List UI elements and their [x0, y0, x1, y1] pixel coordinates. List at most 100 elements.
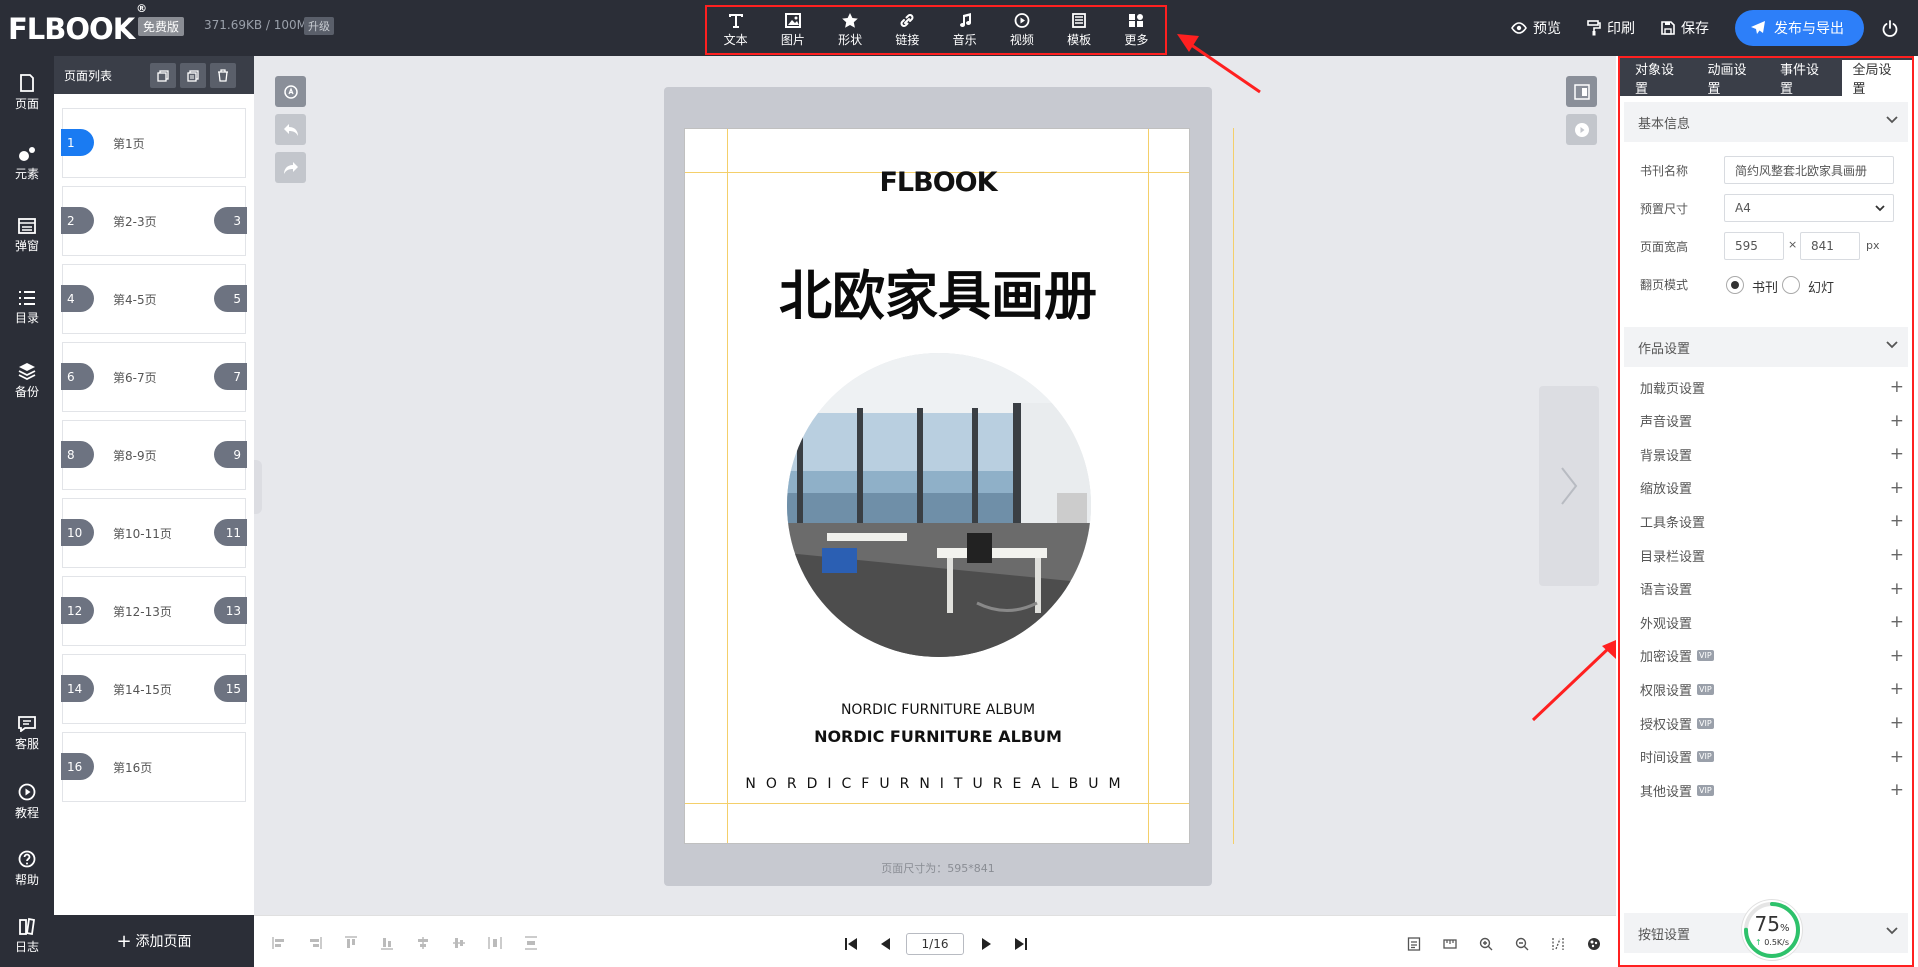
page-number-input[interactable]: 1/16: [906, 933, 964, 955]
align-right-icon[interactable]: [308, 936, 322, 950]
page-thumbnail[interactable]: 10 11 第10-11页: [61, 498, 247, 568]
page-subtitle-1[interactable]: NORDIC FURNITURE ALBUM: [685, 702, 1189, 718]
rail-toc[interactable]: 目录: [0, 290, 54, 326]
rail-log[interactable]: 日志: [0, 917, 54, 955]
app-logo[interactable]: FLBOOK®: [8, 2, 147, 46]
interior-photo[interactable]: [787, 353, 1091, 657]
add-page-button[interactable]: + 添加页面: [54, 915, 254, 967]
page-thumbnail[interactable]: 4 5 第4-5页: [61, 264, 247, 334]
canvas-page[interactable]: FLBOOK 北欧家具画册 NORDIC FURNITURE ALBUM NOR…: [684, 128, 1190, 844]
tool-music[interactable]: 音乐: [939, 12, 991, 48]
publish-export-button[interactable]: 发布与导出: [1735, 10, 1864, 46]
page-thumbnail-button[interactable]: [1566, 76, 1597, 107]
page-thumbnail[interactable]: 12 13 第12-13页: [61, 576, 247, 646]
settings-row[interactable]: 其他设置 VIP +: [1640, 780, 1908, 800]
rail-backup[interactable]: 备份: [0, 362, 54, 400]
tool-text[interactable]: 文本: [710, 13, 762, 48]
guides-icon[interactable]: [1551, 937, 1565, 951]
paint-roller-icon: [1587, 20, 1601, 36]
print-button[interactable]: 印刷: [1587, 18, 1635, 38]
align-top-icon[interactable]: [344, 936, 358, 950]
page-subtitle-3[interactable]: NORDICFURNITUREALBUM: [685, 776, 1189, 792]
collapse-left-panel-handle[interactable]: [254, 460, 262, 514]
rail-support[interactable]: 客服: [0, 716, 54, 752]
first-page-icon[interactable]: [844, 937, 858, 951]
duplicate-page-button[interactable]: [180, 63, 206, 88]
redo-button[interactable]: [275, 152, 306, 183]
tool-link[interactable]: 链接: [881, 13, 933, 48]
page-thumbnail[interactable]: 14 15 第14-15页: [61, 654, 247, 724]
work-settings-header[interactable]: 作品设置: [1624, 327, 1908, 367]
settings-row[interactable]: 目录栏设置 +: [1640, 545, 1908, 565]
save-button[interactable]: 保存: [1661, 18, 1709, 38]
rail-elements[interactable]: 元素: [0, 146, 54, 182]
settings-row[interactable]: 加密设置 VIP +: [1640, 646, 1908, 666]
align-center-v-icon[interactable]: [452, 936, 466, 950]
settings-row[interactable]: 语言设置 +: [1640, 579, 1908, 599]
ruler-icon[interactable]: [1443, 937, 1457, 951]
undo-button[interactable]: [275, 114, 306, 145]
tab-global-settings[interactable]: 全局设置: [1841, 60, 1914, 97]
upgrade-button[interactable]: 升级: [304, 17, 334, 35]
settings-row[interactable]: 授权设置 VIP +: [1640, 713, 1908, 733]
distribute-h-icon[interactable]: [488, 936, 502, 950]
page-thumbnail[interactable]: 6 7 第6-7页: [61, 342, 247, 412]
tab-animation-settings[interactable]: 动画设置: [1697, 60, 1770, 97]
zoom-fit-button[interactable]: [275, 76, 306, 107]
tool-more[interactable]: 更多: [1110, 13, 1162, 48]
settings-row[interactable]: 时间设置 VIP +: [1640, 747, 1908, 767]
settings-row[interactable]: 外观设置 +: [1640, 612, 1908, 632]
page-thumbnail[interactable]: 16 第16页: [61, 732, 246, 802]
vertical-guide-line[interactable]: [1233, 128, 1234, 844]
rail-tutorial[interactable]: 教程: [0, 783, 54, 821]
page-settings-icon[interactable]: [1407, 937, 1421, 951]
page-thumbnail[interactable]: 8 9 第8-9页: [61, 420, 247, 490]
theme-icon[interactable]: [1587, 937, 1601, 951]
zoom-out-icon[interactable]: [1515, 937, 1529, 951]
zoom-in-icon[interactable]: [1479, 937, 1493, 951]
tool-template[interactable]: 模板: [1053, 12, 1105, 48]
next-page-icon[interactable]: [980, 937, 992, 951]
next-page-button[interactable]: [1539, 386, 1599, 586]
align-bottom-icon[interactable]: [380, 936, 394, 950]
redo-icon: [283, 161, 298, 174]
settings-row[interactable]: 加载页设置 +: [1640, 377, 1908, 397]
page-thumbnail[interactable]: 1 第1页: [61, 108, 246, 178]
prev-page-icon[interactable]: [880, 937, 892, 951]
settings-row[interactable]: 工具条设置 +: [1640, 511, 1908, 531]
page-subtitle-2[interactable]: NORDIC FURNITURE ALBUM: [685, 727, 1189, 746]
preset-size-select[interactable]: A4: [1724, 194, 1894, 222]
chevron-right-icon: [1561, 467, 1578, 505]
align-left-icon[interactable]: [272, 936, 286, 950]
rail-page[interactable]: 页面: [0, 74, 54, 112]
logout-button[interactable]: [1882, 19, 1908, 37]
preview-button[interactable]: 预览: [1511, 18, 1561, 38]
settings-row[interactable]: 声音设置 +: [1640, 411, 1908, 431]
distribute-v-icon[interactable]: [524, 936, 538, 950]
tab-object-settings[interactable]: 对象设置: [1624, 60, 1697, 97]
align-center-h-icon[interactable]: [416, 936, 430, 950]
tab-event-settings[interactable]: 事件设置: [1769, 60, 1842, 97]
tool-video[interactable]: 视频: [996, 12, 1048, 48]
page-title[interactable]: 北欧家具画册: [685, 254, 1189, 330]
copy-page-button[interactable]: [150, 63, 176, 88]
flip-slide-radio[interactable]: [1782, 276, 1800, 294]
rail-popup[interactable]: 弹窗: [0, 218, 54, 254]
play-preview-button[interactable]: [1566, 114, 1597, 145]
delete-page-button[interactable]: [210, 63, 236, 88]
tool-shape[interactable]: 形状: [824, 12, 876, 48]
last-page-icon[interactable]: [1014, 937, 1028, 951]
unit-label: px: [1866, 239, 1880, 252]
page-logo[interactable]: FLBOOK: [685, 167, 1189, 198]
page-height-input[interactable]: 841: [1800, 232, 1860, 260]
basic-info-header[interactable]: 基本信息: [1624, 102, 1908, 142]
page-width-input[interactable]: 595: [1724, 232, 1784, 260]
settings-row[interactable]: 背景设置 +: [1640, 444, 1908, 464]
rail-help[interactable]: 帮助: [0, 850, 54, 888]
tool-image[interactable]: 图片: [767, 12, 819, 48]
settings-row[interactable]: 缩放设置 +: [1640, 478, 1908, 498]
page-thumbnail[interactable]: 2 3 第2-3页: [61, 186, 247, 256]
settings-row[interactable]: 权限设置 VIP +: [1640, 679, 1908, 699]
book-name-input[interactable]: 简约风整套北欧家具画册: [1724, 156, 1894, 184]
flip-book-radio[interactable]: [1726, 276, 1744, 294]
